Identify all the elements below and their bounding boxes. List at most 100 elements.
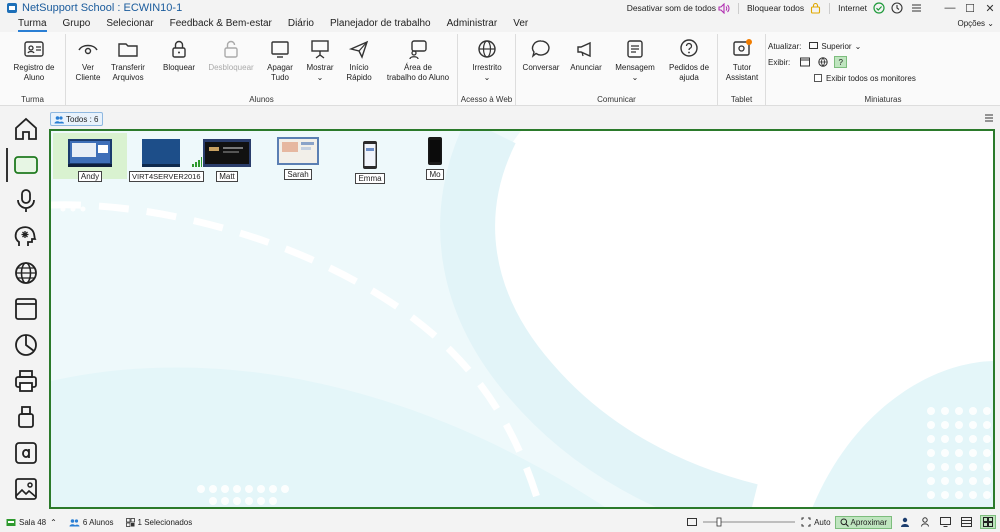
lock-all-button[interactable]: Bloquear todos	[747, 2, 821, 14]
mute-all-button[interactable]: Desativar som de todos	[627, 2, 730, 14]
zoom-in-label: Aproximar	[850, 517, 887, 527]
fit-screen-icon[interactable]	[801, 517, 811, 527]
head-brain-icon[interactable]	[13, 224, 39, 250]
menu-planejador[interactable]: Planejador de trabalho	[322, 16, 439, 32]
users-icon	[54, 115, 64, 123]
netsupport-logo-icon	[7, 3, 17, 13]
help-toggle-icon[interactable]: ?	[834, 56, 848, 68]
student-name: Andy	[77, 171, 103, 182]
menu-ver[interactable]: Ver	[505, 16, 536, 32]
student-tile-virt4server2016[interactable]: VIRT4SERVER2016	[129, 133, 204, 182]
blank-all-label-1: Apagar	[267, 63, 293, 72]
printer-icon[interactable]	[13, 368, 39, 394]
close-icon[interactable]: ✕	[980, 2, 1000, 15]
student-tile-andy[interactable]: Andy	[53, 133, 127, 182]
user-icon[interactable]	[900, 517, 910, 527]
unlock-button[interactable]: Desbloquear	[204, 38, 258, 73]
display-label: Exibir:	[768, 57, 791, 67]
zoom-in-button[interactable]: Aproximar	[834, 515, 892, 529]
microphone-icon[interactable]	[13, 188, 39, 214]
student-desktop-button[interactable]: Área de trabalho do Aluno	[380, 38, 456, 83]
transfer-files-button[interactable]: Transferir Arquivos	[108, 38, 148, 83]
clock-icon[interactable]	[891, 2, 903, 14]
menu-icon[interactable]	[984, 113, 994, 123]
home-icon[interactable]	[13, 116, 39, 142]
menu-selecionar[interactable]: Selecionar	[98, 16, 161, 32]
student-tile-sarah[interactable]: Sarah	[275, 133, 321, 180]
screen-icon[interactable]	[13, 152, 39, 178]
student-tile-matt[interactable]: Matt	[201, 133, 253, 182]
usb-drive-icon[interactable]	[13, 404, 39, 430]
student-screen-thumbnail	[68, 139, 112, 167]
menu-diario[interactable]: Diário	[280, 16, 322, 32]
list-view-icon[interactable]	[961, 517, 972, 527]
internet-label: Internet	[838, 3, 867, 13]
quick-launch-label-1: Início	[349, 63, 369, 72]
group-tab-bar: Todos : 6	[48, 110, 1000, 128]
title-bar-actions: Desativar som de todos Bloquear todos In…	[619, 0, 1000, 16]
tab-todos[interactable]: Todos : 6	[50, 112, 104, 126]
selected-count: 1 Selecionados	[125, 518, 192, 527]
quick-launch-button[interactable]: Início Rápido	[340, 38, 378, 83]
blank-all-button[interactable]: Apagar Tudo	[262, 38, 298, 83]
announce-button[interactable]: Anunciar	[568, 38, 604, 73]
internet-button[interactable]: Internet	[838, 2, 885, 14]
show-all-monitors-checkbox[interactable]	[814, 74, 822, 82]
chat-label: Conversar	[522, 63, 560, 72]
image-gallery-icon[interactable]	[13, 476, 39, 502]
user-chat-icon	[409, 40, 427, 60]
title-separator	[829, 2, 831, 14]
group-label-tablet: Tablet	[730, 95, 753, 104]
student-register-button[interactable]: Registro de Aluno	[10, 38, 58, 83]
app-window-icon[interactable]	[13, 296, 39, 322]
refresh-dropdown[interactable]: Superior ⌄	[809, 41, 861, 51]
student-name: Matt	[216, 171, 238, 182]
window-icon[interactable]	[800, 57, 811, 67]
menu-administrar[interactable]: Administrar	[439, 16, 506, 32]
auto-label[interactable]: Auto	[814, 518, 830, 527]
message-button[interactable]: Mensagem ⌄	[612, 38, 658, 83]
student-tile-emma[interactable]: Emma	[353, 133, 387, 184]
pie-chart-icon[interactable]	[13, 332, 39, 358]
check-circle-icon	[873, 2, 885, 14]
student-name: Emma	[355, 173, 385, 184]
title-bar: NetSupport School : ECWIN10-1 Desativar …	[0, 0, 1000, 16]
title-separator	[737, 2, 739, 14]
chat-button[interactable]: Conversar	[520, 38, 562, 73]
ribbon-group-tablet: Tutor Assistant Tablet	[718, 34, 766, 106]
globe-icon[interactable]	[13, 260, 39, 286]
status-bar-right: Auto Aproximar	[687, 512, 996, 532]
megaphone-icon	[577, 41, 591, 58]
room-indicator[interactable]: Sala 48 ⌃	[6, 518, 57, 527]
small-thumbnail-icon[interactable]	[687, 518, 698, 526]
eye-icon	[78, 44, 98, 55]
display-row: Exibir: ?	[768, 54, 916, 70]
lock-all-label: Bloquear todos	[746, 3, 805, 13]
menu-turma[interactable]: Turma	[10, 16, 55, 32]
monitor-icon[interactable]	[940, 517, 951, 527]
student-name: VIRT4SERVER2016	[129, 171, 204, 182]
blank-screen-icon	[271, 41, 289, 58]
student-thumbnail-area[interactable]: Andy VIRT4SERVER2016 Matt Sarah Emma Mo	[49, 129, 995, 509]
student-tile-mo[interactable]: Mo	[423, 133, 447, 180]
menu-feedback[interactable]: Feedback & Bem-estar	[162, 16, 280, 32]
group-label-comunicar: Comunicar	[597, 95, 636, 104]
minimize-icon[interactable]: —	[940, 2, 960, 14]
ribbon-group-comunicar: Conversar Anunciar Mensagem ⌄ Pedidos de…	[516, 34, 718, 106]
maximize-icon[interactable]: ☐	[960, 2, 980, 15]
view-client-button[interactable]: Ver Cliente	[70, 38, 106, 83]
tutor-assistant-button[interactable]: Tutor Assistant	[720, 38, 764, 83]
refresh-row: Atualizar: Superior ⌄	[768, 38, 916, 54]
menu-grupo[interactable]: Grupo	[55, 16, 99, 32]
menu-icon[interactable]	[911, 3, 922, 13]
text-a-icon[interactable]	[13, 440, 39, 466]
grid-view-button[interactable]	[980, 515, 996, 529]
lock-button[interactable]: Bloquear	[160, 38, 198, 73]
globe-icon[interactable]	[818, 57, 828, 67]
zoom-slider[interactable]	[701, 517, 797, 527]
help-requests-button[interactable]: Pedidos de ajuda	[664, 38, 714, 83]
user-outline-icon[interactable]	[920, 517, 930, 527]
options-menu[interactable]: Opções ⌄	[957, 16, 994, 32]
unrestricted-web-button[interactable]: Irrestrito ⌄	[464, 38, 510, 83]
show-button[interactable]: Mostrar ⌄	[302, 38, 338, 83]
